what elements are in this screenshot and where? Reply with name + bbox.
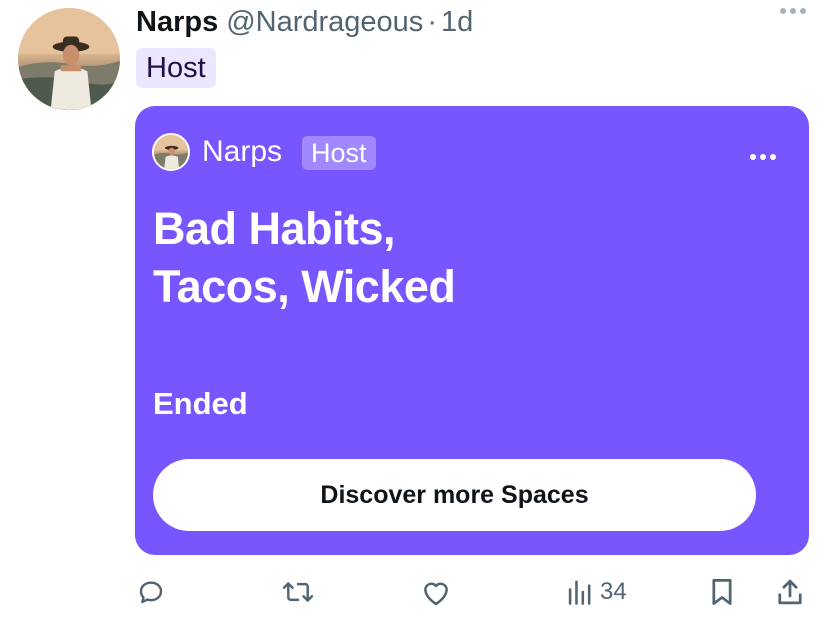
bookmark-icon bbox=[712, 579, 732, 605]
dot bbox=[770, 154, 776, 160]
card-more-icon[interactable] bbox=[750, 154, 776, 160]
reply-icon bbox=[139, 581, 163, 604]
bar-chart-icon bbox=[568, 580, 591, 605]
like-button[interactable] bbox=[420, 570, 452, 614]
heart-icon bbox=[424, 582, 448, 606]
author-avatar[interactable] bbox=[18, 8, 120, 110]
views-button[interactable]: 34 bbox=[566, 570, 627, 614]
dot bbox=[760, 154, 766, 160]
space-title-line: Tacos, Wicked bbox=[153, 261, 456, 312]
bookmark-button[interactable] bbox=[708, 570, 736, 614]
views-count: 34 bbox=[600, 578, 627, 605]
space-title: Bad Habits, Tacos, Wicked bbox=[153, 200, 573, 316]
dot bbox=[790, 8, 796, 14]
dot bbox=[800, 8, 806, 14]
share-button[interactable] bbox=[775, 570, 805, 614]
post-header: Narps @Nardrageous · 1d bbox=[136, 0, 473, 44]
reply-button[interactable] bbox=[136, 570, 166, 614]
discover-spaces-button[interactable]: Discover more Spaces bbox=[153, 459, 756, 531]
host-role-badge: Host bbox=[136, 48, 216, 88]
dot bbox=[750, 154, 756, 160]
post-timestamp[interactable]: 1d bbox=[441, 6, 473, 39]
share-icon bbox=[778, 579, 802, 605]
dot bbox=[780, 8, 786, 14]
post-action-bar: 34 bbox=[0, 570, 828, 614]
separator-dot: · bbox=[427, 5, 437, 38]
card-host-avatar bbox=[152, 133, 190, 171]
card-host-name: Narps bbox=[202, 135, 283, 168]
post-more-icon[interactable] bbox=[780, 8, 806, 14]
retweet-button[interactable] bbox=[281, 570, 315, 614]
space-card[interactable]: Narps Host Bad Habits, Tacos, Wicked End… bbox=[135, 106, 809, 555]
author-display-name[interactable]: Narps bbox=[136, 6, 218, 39]
author-handle[interactable]: @Nardrageous bbox=[226, 6, 423, 39]
space-title-line: Bad Habits, bbox=[153, 203, 396, 254]
card-host-badge: Host bbox=[302, 136, 376, 170]
retweet-icon bbox=[282, 582, 314, 602]
space-status: Ended bbox=[153, 386, 248, 421]
